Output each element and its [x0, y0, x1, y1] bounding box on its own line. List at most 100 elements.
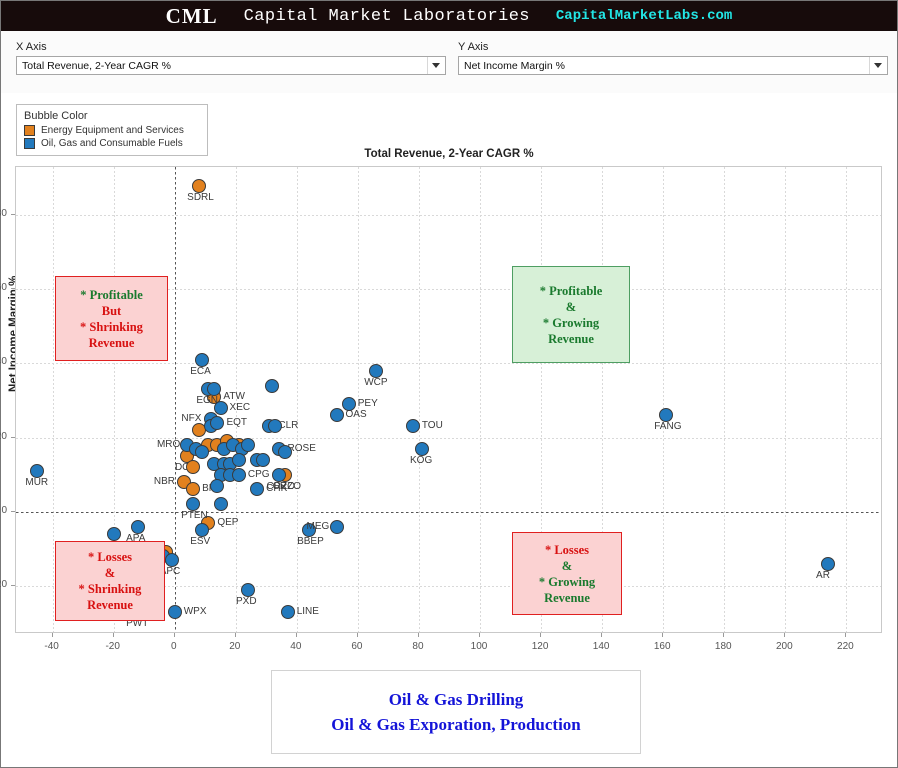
brand-name: Capital Market Laboratories	[243, 6, 530, 26]
chevron-down-icon[interactable]	[432, 63, 440, 68]
data-point-ar[interactable]	[821, 556, 836, 571]
data-point-label: NFX	[181, 413, 202, 425]
data-point-label: PTEN	[181, 510, 208, 522]
data-point-sdrl[interactable]	[192, 178, 207, 193]
data-point-meg[interactable]	[329, 519, 344, 534]
data-point-eqt[interactable]	[210, 415, 225, 430]
y-axis-tick-label: -20	[0, 578, 7, 590]
data-point-fang[interactable]	[659, 408, 674, 423]
data-point[interactable]	[256, 452, 271, 467]
y-axis-tick-label: 80	[0, 208, 7, 220]
data-point-tou[interactable]	[405, 419, 420, 434]
callout-line: Revenue	[88, 335, 135, 350]
y-axis-select[interactable]: Net Income Margin %	[458, 56, 888, 75]
data-point-tlm[interactable]	[106, 526, 121, 541]
y-axis-control-label: Y Axis	[458, 41, 489, 53]
x-axis-tick-label: 180	[714, 641, 732, 652]
data-point-crzo[interactable]	[271, 467, 286, 482]
data-point[interactable]	[265, 378, 280, 393]
data-point-label: CPG	[247, 468, 270, 480]
data-point-label: AR	[816, 569, 830, 581]
callout-profitable-shrinking: * Profitable But * Shrinking Revenue	[55, 276, 168, 361]
callout-line: Revenue	[548, 331, 594, 346]
data-point-esv[interactable]	[195, 523, 210, 538]
data-point-cpg[interactable]	[231, 467, 246, 482]
callout-losses-growing: * Losses & * Growing Revenue	[512, 532, 622, 615]
y-axis-tick-mark	[11, 436, 15, 438]
y-axis-tick-mark	[11, 288, 15, 290]
data-point-apa[interactable]	[131, 519, 146, 534]
x-axis-tick-label: 60	[351, 641, 363, 652]
chart-title: Total Revenue, 2-Year CAGR %	[364, 148, 534, 160]
data-point[interactable]	[186, 460, 201, 475]
data-point-pten[interactable]	[186, 497, 201, 512]
data-point-label: PXD	[236, 595, 257, 607]
data-point-pxd[interactable]	[241, 582, 255, 597]
x-axis-tick-mark	[845, 633, 847, 637]
industry-caption: Oil & Gas Drilling Oil & Gas Exporation,…	[271, 670, 641, 754]
website-link[interactable]: CapitalMarketLabs.com	[556, 8, 732, 24]
callout-line: Revenue	[544, 590, 590, 605]
data-point-eca[interactable]	[195, 352, 210, 367]
x-axis-tick-mark	[723, 633, 725, 637]
data-point-label: ATW	[223, 390, 245, 402]
callout-line: * Losses	[544, 542, 590, 557]
data-point-label: PEY	[357, 398, 378, 410]
y-axis-select-value: Net Income Margin %	[464, 59, 565, 72]
data-point-oas[interactable]	[329, 408, 344, 423]
data-point-label: QEP	[217, 516, 239, 528]
x-axis-tick-mark	[51, 633, 53, 637]
x-axis-select[interactable]: Total Revenue, 2-Year CAGR %	[16, 56, 446, 75]
axis-controls: X Axis Total Revenue, 2-Year CAGR % Y Ax…	[1, 31, 897, 93]
x-gridline	[785, 167, 787, 632]
data-point-label: ESV	[190, 536, 211, 548]
callout-line: &	[561, 558, 573, 573]
callout-line: But	[101, 303, 122, 318]
x-axis-tick-mark	[601, 633, 603, 637]
data-point-label: OAS	[345, 409, 367, 421]
callout-line: * Shrinking	[78, 582, 142, 596]
data-point-mur[interactable]	[30, 463, 45, 478]
data-point-apc[interactable]	[164, 552, 179, 567]
y-axis-tick-mark	[11, 362, 15, 364]
data-point-label: EQT	[226, 416, 248, 428]
data-point-chk[interactable]	[250, 482, 265, 497]
callout-line: * Growing	[542, 315, 600, 330]
legend-color-swatch	[24, 125, 35, 136]
x-axis-tick-label: 160	[653, 641, 671, 652]
data-point-label: MEG	[306, 520, 330, 532]
data-point[interactable]	[195, 445, 210, 460]
data-point-wpx[interactable]	[167, 604, 182, 619]
callout-line: * Growing	[538, 574, 596, 589]
x-axis-tick-label: 140	[592, 641, 610, 652]
data-point-kog[interactable]	[415, 441, 430, 456]
legend-title: Bubble Color	[24, 110, 88, 122]
callout-line: * Shrinking	[80, 319, 143, 334]
x-axis-tick-mark	[356, 633, 358, 637]
x-axis-tick-label: 100	[470, 641, 488, 652]
x-axis-tick-mark	[234, 633, 236, 637]
data-point-label: WCP	[364, 376, 388, 388]
x-axis-tick-label: 20	[229, 641, 241, 652]
data-point[interactable]	[213, 497, 228, 512]
data-point[interactable]	[231, 452, 246, 467]
x-axis-select-divider	[427, 57, 428, 74]
data-point-label: XEC	[229, 401, 251, 413]
y-axis-tick-mark	[11, 214, 15, 216]
data-point[interactable]	[241, 437, 255, 452]
data-point[interactable]	[277, 445, 292, 460]
x-axis-control-label: X Axis	[16, 41, 47, 53]
x-gridline	[52, 167, 54, 632]
data-point-label: WPX	[183, 605, 207, 617]
data-point-label: NBR	[153, 476, 176, 488]
callout-line: * Profitable	[80, 287, 143, 302]
data-point-wcp[interactable]	[369, 363, 384, 378]
x-axis-tick-mark	[784, 633, 786, 637]
chevron-down-icon[interactable]	[874, 63, 882, 68]
data-point-label: CHK	[266, 483, 288, 495]
legend-item[interactable]: Energy Equipment and Services	[24, 125, 200, 136]
x-gridline	[418, 167, 420, 632]
x-axis-tick-label: 220	[837, 641, 854, 652]
data-point-bnp[interactable]	[186, 482, 201, 497]
data-point-line[interactable]	[280, 604, 295, 619]
